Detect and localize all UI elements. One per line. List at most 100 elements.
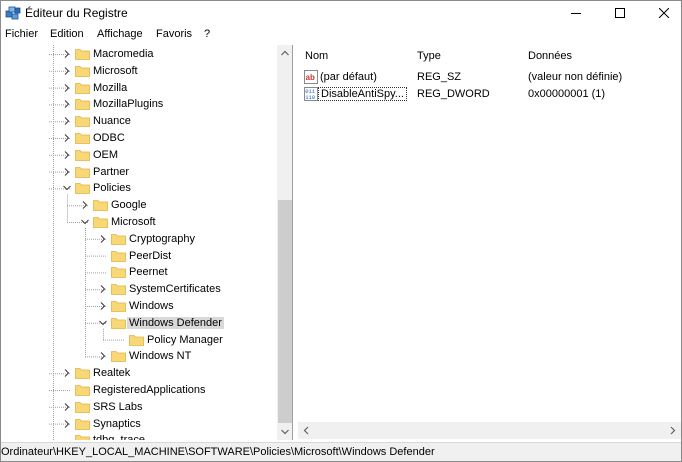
- menu-affichage[interactable]: Affichage: [97, 28, 143, 40]
- folder-icon: [75, 99, 90, 111]
- tree-node-label: ODBC: [93, 132, 125, 144]
- tree-node-label: tdbg_trace: [91, 434, 147, 440]
- chevron-right-icon[interactable]: [97, 300, 109, 312]
- tree-node-label: Windows NT: [129, 350, 192, 363]
- chevron-right-icon[interactable]: [61, 149, 73, 161]
- folder-icon: [111, 250, 126, 262]
- tree-node[interactable]: OEM: [1, 147, 277, 164]
- tree-node[interactable]: RegisteredApplications: [1, 382, 277, 399]
- tree-node[interactable]: PeerDist: [1, 248, 277, 265]
- folder-icon: [93, 200, 108, 212]
- tree-node-label: Cryptography: [129, 232, 196, 245]
- folder-icon: [111, 301, 126, 312]
- chevron-right-icon[interactable]: [61, 115, 73, 127]
- chevron-right-icon[interactable]: [61, 166, 73, 178]
- close-button[interactable]: [642, 1, 681, 25]
- tree-node[interactable]: Realtek: [1, 365, 277, 382]
- chevron-right-icon[interactable]: [61, 367, 73, 379]
- menu-fichier[interactable]: Fichier: [5, 28, 38, 40]
- value-row[interactable]: 011 110 DisableAntiSpy... REG_DWORD 0x00…: [298, 86, 681, 103]
- chevron-right-icon[interactable]: [61, 132, 73, 144]
- scroll-thumb[interactable]: [278, 200, 292, 423]
- tree-node[interactable]: Cryptography: [1, 231, 277, 248]
- folder-icon: [75, 149, 90, 161]
- chevron-right-icon[interactable]: [97, 350, 109, 362]
- folder-icon: [111, 351, 126, 363]
- scroll-down-button[interactable]: [277, 424, 292, 440]
- tree-node[interactable]: Policies: [1, 180, 277, 197]
- value-name: (par défaut): [320, 71, 377, 83]
- maximize-icon: [615, 8, 625, 18]
- tree-node[interactable]: Nuance: [1, 113, 277, 130]
- tree-node[interactable]: SystemCertificates: [1, 281, 277, 298]
- chevron-right-icon[interactable]: [61, 82, 73, 94]
- scroll-left-button[interactable]: [298, 422, 314, 439]
- chevron-down-icon[interactable]: [79, 216, 91, 228]
- registry-editor-window: Éditeur du Registre Fichier Edition Affi…: [0, 0, 682, 462]
- folder-icon: [75, 49, 90, 60]
- minimize-icon: [571, 13, 581, 14]
- folder-icon: [75, 418, 90, 430]
- chevron-right-icon[interactable]: [61, 401, 73, 413]
- list-horizontal-scrollbar[interactable]: [298, 422, 681, 439]
- svg-text:ab: ab: [306, 73, 315, 82]
- tree-node[interactable]: Policy Manager: [1, 332, 277, 349]
- tree-node-label: Mozilla: [93, 81, 128, 94]
- menu-edition[interactable]: Edition: [50, 28, 84, 40]
- menu-bar: Fichier Edition Affichage Favoris ?: [1, 25, 681, 45]
- tree-node[interactable]: ODBC: [1, 130, 277, 147]
- scroll-up-button[interactable]: [277, 45, 292, 61]
- tree-node-label: Realtek: [93, 367, 131, 380]
- tree-node-label: RegisteredApplications: [93, 384, 206, 396]
- tree-node[interactable]: MozillaPlugins: [1, 96, 277, 113]
- folder-icon: [93, 217, 108, 228]
- value-row[interactable]: ab (par défaut) REG_SZ (valeur non défin…: [298, 69, 681, 86]
- title-bar[interactable]: Éditeur du Registre: [1, 1, 681, 25]
- tree-node[interactable]: Partner: [1, 164, 277, 181]
- close-icon: [659, 8, 669, 18]
- tree-node-label: SRS Labs: [93, 400, 143, 413]
- chevron-right-icon[interactable]: [61, 98, 73, 110]
- tree-node[interactable]: Microsoft: [1, 214, 277, 231]
- tree-vertical-scrollbar[interactable]: [277, 45, 292, 440]
- tree-node-label: Nuance: [93, 115, 131, 128]
- chevron-down-icon[interactable]: [61, 182, 73, 194]
- svg-text:110: 110: [305, 94, 315, 101]
- chevron-right-icon[interactable]: [61, 48, 73, 60]
- chevron-right-icon[interactable]: [61, 65, 73, 77]
- scroll-right-button[interactable]: [665, 422, 681, 439]
- column-header-name[interactable]: Nom: [305, 50, 328, 62]
- tree-node[interactable]: tdbg_trace: [1, 432, 277, 440]
- tree-node[interactable]: Windows Defender: [1, 315, 277, 332]
- chevron-down-icon[interactable]: [97, 317, 109, 329]
- tree-node[interactable]: Peernet: [1, 264, 277, 281]
- column-header-type[interactable]: Type: [417, 50, 441, 62]
- status-bar: Ordinateur\HKEY_LOCAL_MACHINE\SOFTWARE\P…: [1, 442, 681, 461]
- tree-node-label: Partner: [93, 165, 130, 178]
- chevron-right-icon[interactable]: [61, 418, 73, 430]
- tree-node[interactable]: Microsoft: [1, 63, 277, 80]
- column-header-data[interactable]: Données: [528, 50, 572, 62]
- chevron-right-icon[interactable]: [79, 199, 91, 211]
- tree-node[interactable]: Google: [1, 197, 277, 214]
- tree-node[interactable]: Macromedia: [1, 46, 277, 63]
- folder-icon: [129, 334, 144, 346]
- tree-node-label: Synaptics: [93, 417, 141, 430]
- tree-node-label: Google: [111, 199, 147, 212]
- chevron-right-icon[interactable]: [97, 233, 109, 245]
- tree-node[interactable]: Synaptics: [1, 416, 277, 433]
- tree-node-label: Macromedia: [93, 48, 154, 60]
- tree-node[interactable]: Windows: [1, 298, 277, 315]
- menu-help[interactable]: ?: [204, 28, 210, 40]
- maximize-button[interactable]: [598, 1, 642, 25]
- value-list-pane: Nom Type Données ab (par défaut) REG_SZ …: [298, 45, 681, 440]
- chevron-right-icon[interactable]: [97, 283, 109, 295]
- tree-node-label: MozillaPlugins: [93, 98, 164, 111]
- folder-icon: [75, 133, 90, 144]
- tree-node[interactable]: SRS Labs: [1, 399, 277, 416]
- tree-node[interactable]: Windows NT: [1, 348, 277, 365]
- menu-favoris[interactable]: Favoris: [156, 28, 192, 40]
- tree-node[interactable]: Mozilla: [1, 80, 277, 97]
- minimize-button[interactable]: [554, 1, 598, 25]
- tree-node-label: Peernet: [129, 266, 168, 279]
